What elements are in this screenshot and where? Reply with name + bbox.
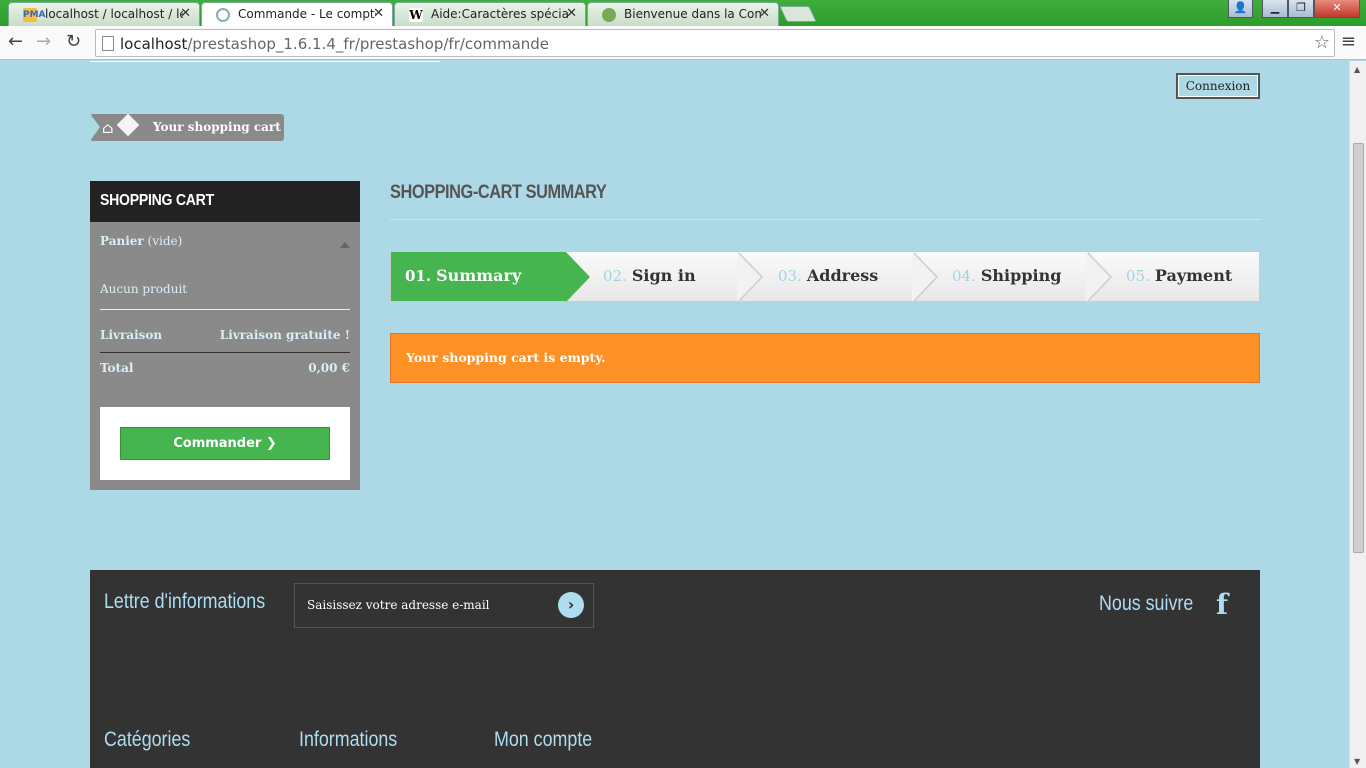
total-label: Total [100, 361, 134, 375]
browser-tab[interactable]: W Aide:Caractères spéciaux p ✕ [394, 2, 586, 26]
page-title: SHOPPING-CART SUMMARY [390, 182, 607, 203]
menu-icon[interactable]: ≡ [1341, 31, 1356, 52]
page-content: Connexion ⌂ Your shopping cart SHOPPING … [0, 61, 1349, 768]
cart-title[interactable]: SHOPPING CART [90, 181, 360, 222]
step-payment[interactable]: 05. Payment [1126, 252, 1232, 301]
breadcrumb-separator [116, 113, 140, 137]
checkout-box: Commander ❯ [100, 407, 350, 480]
breadcrumb: ⌂ Your shopping cart [90, 113, 284, 141]
scroll-up-icon[interactable]: ▲ [1354, 65, 1360, 74]
checkout-steps: 01. Summary 02. Sign in 03. Address 04. Ship… [390, 251, 1260, 302]
browser-title-bar: PMA localhost / localhost / leco ✕ Comma… [0, 0, 1366, 26]
newsletter-submit-icon[interactable]: › [558, 592, 584, 618]
vertical-scrollbar[interactable]: ▲ ▼ [1349, 61, 1366, 768]
step-arrow [912, 252, 936, 302]
footer: Lettre d'informations Saisissez votre ad… [90, 570, 1260, 768]
bookmark-star-icon[interactable]: ☆ [1314, 32, 1330, 53]
chevron-right-icon: ❯ [265, 436, 277, 451]
browser-tab-active[interactable]: Commande - Le comptoir ✕ [201, 2, 393, 26]
reload-icon[interactable]: ↻ [66, 32, 81, 52]
close-window-button[interactable]: ✕ [1314, 0, 1360, 18]
follow-title: Nous suivre [1099, 592, 1194, 615]
footer-col-categories[interactable]: Catégories [104, 728, 206, 752]
divider [390, 219, 1260, 220]
divider [100, 309, 350, 310]
login-button[interactable]: Connexion [1176, 73, 1260, 99]
forward-icon[interactable]: → [36, 32, 51, 52]
close-tab-icon[interactable]: ✕ [566, 6, 577, 21]
browser-toolbar: ← → ↻ localhost/prestashop_1.6.1.4_fr/pr… [0, 26, 1366, 60]
minimize-button[interactable]: ▁ [1262, 0, 1288, 18]
close-tab-icon[interactable]: ✕ [180, 6, 191, 21]
footer-col-account[interactable]: Mon compte [494, 728, 610, 752]
scroll-down-icon[interactable]: ▼ [1354, 757, 1360, 766]
shipping-value: Livraison gratuite ! [219, 328, 350, 342]
page-icon [102, 36, 114, 51]
facebook-icon[interactable]: f [1216, 588, 1228, 621]
total-value: 0,00 € [308, 361, 350, 375]
step-arrow [1086, 252, 1110, 302]
address-bar[interactable]: localhost/prestashop_1.6.1.4_fr/prestash… [95, 29, 1335, 57]
step-summary[interactable]: 01. Summary [391, 252, 566, 301]
cart-status[interactable]: Panier (vide) [100, 234, 182, 248]
url-text[interactable]: localhost/prestashop_1.6.1.4_fr/prestash… [120, 35, 549, 53]
maximize-button[interactable]: ❐ [1288, 0, 1314, 18]
browser-tab[interactable]: PMA localhost / localhost / leco ✕ [8, 2, 200, 26]
phpmyadmin-icon: PMA [23, 8, 46, 22]
cart-empty-alert: Your shopping cart is empty. [390, 333, 1260, 383]
step-address[interactable]: 03. Address [778, 252, 878, 301]
step-arrow [566, 252, 590, 302]
divider [100, 352, 350, 353]
shipping-label: Livraison [100, 328, 163, 342]
collapse-icon[interactable] [340, 242, 350, 248]
browser-tab[interactable]: Bienvenue dans la Commu ✕ [587, 2, 779, 26]
prestashop-icon [602, 8, 616, 22]
loading-icon [216, 8, 230, 22]
newsletter-email-input[interactable]: Saisissez votre adresse e-mail [294, 583, 594, 628]
user-icon[interactable]: 👤 [1228, 0, 1253, 18]
breadcrumb-current: Your shopping cart [153, 120, 281, 134]
shopping-cart-block: SHOPPING CART Panier (vide) Aucun produi… [90, 181, 360, 490]
scrollbar-thumb[interactable] [1353, 143, 1364, 553]
cart-empty-text: Aucun produit [100, 282, 188, 296]
step-arrow [737, 252, 761, 302]
close-tab-icon[interactable]: ✕ [373, 6, 384, 21]
new-tab-button[interactable] [779, 6, 817, 22]
step-shipping[interactable]: 04. Shipping [952, 252, 1061, 301]
home-icon[interactable]: ⌂ [102, 119, 113, 137]
checkout-button[interactable]: Commander ❯ [120, 427, 330, 460]
newsletter-title: Lettre d'informations [104, 590, 266, 613]
back-icon[interactable]: ← [8, 32, 23, 52]
breadcrumb-arrow [90, 114, 100, 141]
footer-col-information[interactable]: Informations [299, 728, 415, 752]
wikipedia-icon: W [409, 8, 423, 22]
close-tab-icon[interactable]: ✕ [759, 6, 770, 21]
divider [90, 61, 440, 62]
step-sign-in[interactable]: 02. Sign in [603, 252, 696, 301]
